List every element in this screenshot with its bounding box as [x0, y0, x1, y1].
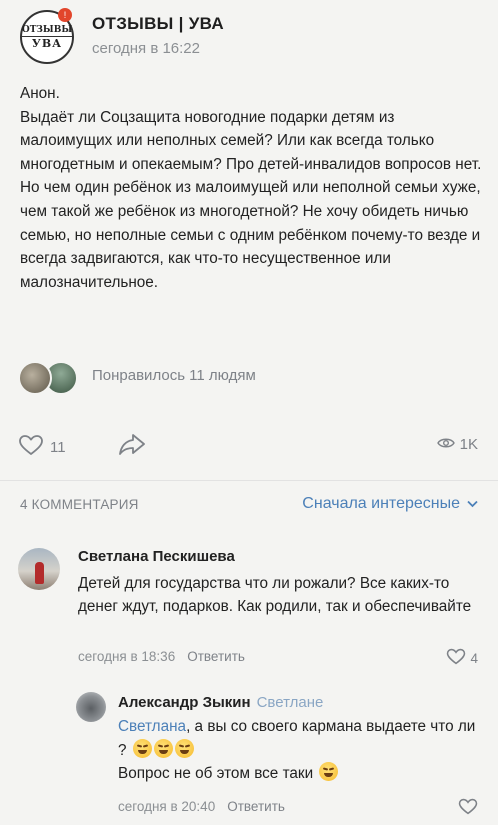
group-avatar-line2: УВА	[31, 36, 63, 50]
comment-meta: сегодня в 20:40 Ответить	[118, 799, 285, 814]
rofl-emoji-icon	[132, 738, 152, 758]
heart-icon	[18, 434, 44, 460]
notification-badge: !	[58, 8, 72, 22]
comment-text: Светлана, а вы со своего кармана выдаете…	[118, 716, 478, 786]
comment-meta: сегодня в 18:36 Ответить	[78, 649, 245, 664]
views-count: 1K	[459, 436, 478, 453]
sort-label: Сначала интересные	[302, 495, 460, 512]
post-time: сегодня в 16:22	[92, 40, 200, 57]
post-paragraph: Выдаёт ли Соцзащита новогодние подарки д…	[20, 108, 482, 291]
rofl-emoji-icon	[153, 738, 173, 758]
post-text: Анон. Выдаёт ли Соцзащита новогодние под…	[20, 82, 482, 294]
comment-like-count: 4	[470, 651, 478, 666]
comment-avatar[interactable]	[76, 692, 106, 722]
mention-link[interactable]: Светлана	[118, 718, 186, 735]
comment-text: Детей для государства что ли рожали? Все…	[78, 575, 472, 615]
rofl-emoji-icon	[319, 762, 339, 781]
comment-text-line2: Вопрос не об этом все таки	[118, 765, 314, 782]
group-name[interactable]: ОТЗЫВЫ | УВА	[92, 14, 224, 34]
reply-button[interactable]: Ответить	[227, 799, 285, 814]
post-paragraph: Анон.	[20, 85, 60, 102]
like-button[interactable]: 11	[18, 434, 66, 460]
comment-time: сегодня в 18:36	[78, 649, 176, 664]
share-arrow-icon	[118, 432, 146, 460]
comment-avatar[interactable]	[18, 548, 60, 590]
eye-icon	[436, 436, 455, 453]
group-avatar-line1: ОТЗЫВЫ	[21, 24, 73, 37]
like-count: 11	[50, 438, 66, 456]
likes-summary[interactable]: Понравилось 11 людям	[92, 367, 256, 384]
reply-button[interactable]: Ответить	[187, 649, 245, 664]
comment-author[interactable]: Александр Зыкин	[118, 694, 251, 711]
comment-author-line: Александр Зыкин Светлане	[118, 694, 323, 711]
comment-like-button[interactable]: 4	[446, 648, 478, 669]
comment-like-button[interactable]	[458, 798, 478, 819]
share-button[interactable]	[118, 432, 146, 460]
liker-avatar[interactable]	[18, 361, 52, 395]
rofl-emoji-icon	[174, 738, 194, 758]
views-counter: 1K	[436, 436, 478, 453]
sort-dropdown[interactable]: Сначала интересные	[302, 495, 478, 513]
divider	[0, 480, 498, 481]
comment-time: сегодня в 20:40	[118, 799, 216, 814]
reply-to-label[interactable]: Светлане	[257, 694, 324, 711]
heart-icon	[458, 798, 478, 819]
heart-icon	[446, 648, 466, 669]
chevron-down-icon	[467, 495, 478, 513]
comments-count: 4 КОММЕНТАРИЯ	[20, 497, 139, 512]
comment-author[interactable]: Светлана Пескишева	[78, 548, 235, 565]
